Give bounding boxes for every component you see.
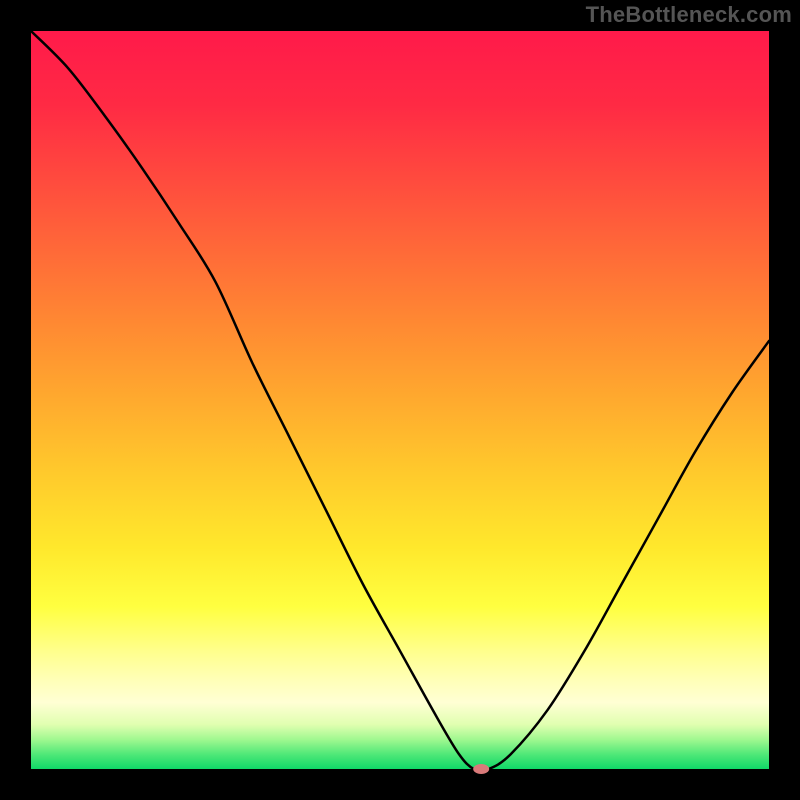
- optimal-point-marker: [473, 764, 489, 774]
- bottleneck-curve-chart: [0, 0, 800, 800]
- chart-container: TheBottleneck.com: [0, 0, 800, 800]
- watermark-label: TheBottleneck.com: [586, 2, 792, 28]
- plot-background: [31, 31, 769, 769]
